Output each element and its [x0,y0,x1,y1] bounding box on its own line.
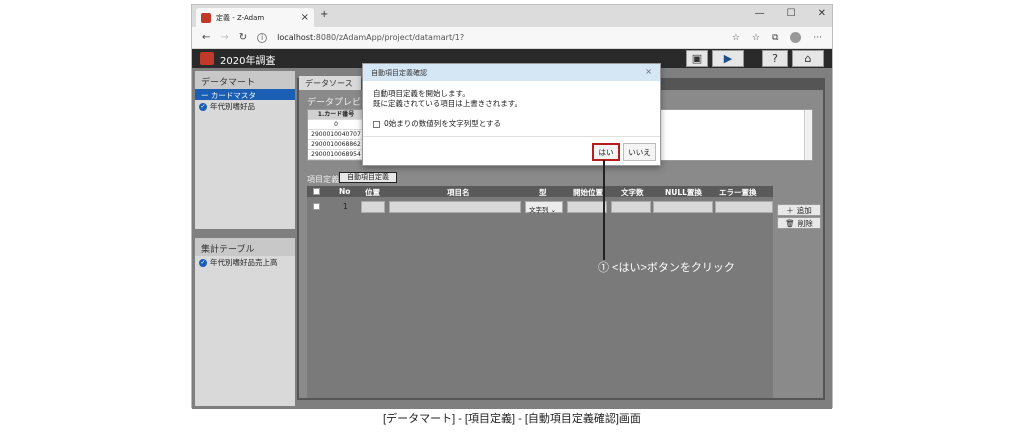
check-circle-icon: ✓ [199,102,207,111]
reload-icon[interactable]: ↻ [239,32,247,43]
favorite-star-icon[interactable]: ☆ [732,33,740,43]
home-icon: ⌂ [804,52,812,65]
delete-row-button[interactable]: 🗑 削除 [777,217,821,229]
preview-header: 1.カード番号 [308,110,364,120]
col-name: 項目名 [447,188,470,197]
tab-title: 定義 - Z-Adam [216,13,265,22]
zadam-favicon-icon [201,12,211,23]
col-chars: 文字数 [621,188,644,197]
dialog-header: 自動項目定義確認 × [363,64,660,81]
sidebar-item-nendai[interactable]: ✓ 年代別嗜好品 [195,100,295,113]
dialog-message-2: 既に定義されている項目は上書きされます。 [373,99,523,108]
itemdef-label: 項目定義 [307,175,339,184]
more-menu-icon[interactable]: ··· [813,33,822,43]
col-no: No [339,187,351,196]
favorites-list-icon[interactable]: ☆ [752,33,760,43]
new-tab-button[interactable]: + [320,9,328,20]
grid-header: No 位置 項目名 型 開始位置 文字数 NULL置換 エラー置換 [307,186,773,197]
tab-close-icon[interactable]: × [301,12,309,23]
col-start: 開始位置 [573,188,603,197]
check-circle-icon: ✓ [199,258,207,267]
profile-avatar[interactable] [790,32,802,43]
preview-cell: 0 [308,120,364,130]
type-select[interactable]: 文字列 ⌄ [525,201,563,214]
sidebar-item-sales[interactable]: ✓ 年代別嗜好品売上高 [195,256,295,269]
callout-text: ① <はい>ボタンをクリック [598,262,735,274]
dialog-title: 自動項目定義確認 [371,69,427,77]
preview-cell: 2900010068954 [308,150,364,160]
save-button[interactable]: ▣ [686,50,708,67]
aggregate-panel: 集計テーブル ✓ 年代別嗜好品売上高 [195,238,295,406]
col-null: NULL置換 [665,188,702,197]
chars-input[interactable] [611,201,651,213]
url-field[interactable]: localhost:8080/zAdamApp/project/datamart… [277,33,722,42]
zadam-logo-icon [200,52,214,65]
plus-icon: ＋ [786,205,794,215]
preview-cell: 2900010040707 [308,130,364,140]
sidebar-item-card-master[interactable]: ー カードマスタ [195,89,295,100]
figure-caption: [データマート] - [項目定義] - [自動項目定義確認]画面 [383,413,641,425]
browser-tab[interactable]: 定義 - Z-Adam × [196,8,314,27]
aggregate-header: 集計テーブル [195,238,295,256]
col-type: 型 [539,188,547,197]
col-error: エラー置換 [719,188,757,197]
select-all-checkbox[interactable] [313,188,320,195]
row-no: 1 [343,202,348,211]
trash-icon: 🗑 [785,218,795,228]
auto-define-dialog: 自動項目定義確認 × 自動項目定義を開始します。 既に定義されている項目は上書き… [362,63,661,166]
close-window-button[interactable]: ✕ [818,8,826,19]
forward-icon[interactable]: → [220,32,228,43]
save-icon: ▣ [691,52,703,65]
item-grid: No 位置 項目名 型 開始位置 文字数 NULL置換 エラー置換 1 文字列 … [307,186,773,398]
zero-prefix-option[interactable]: 0始まりの数値列を文字列型とする [373,119,650,129]
preview-scrollbar[interactable] [804,110,812,160]
run-icon: ▶ [723,52,733,65]
maximize-button[interactable]: ☐ [787,8,796,19]
dialog-divider [363,136,660,137]
start-input[interactable] [567,201,607,213]
auto-define-button[interactable]: 自動項目定義 [339,172,397,183]
error-input[interactable] [715,201,773,213]
back-icon[interactable]: ← [202,32,210,43]
window-controls: — ☐ ✕ [755,8,826,19]
project-title: 2020年調査 [220,56,276,67]
home-button[interactable]: ⌂ [792,50,824,67]
dialog-body: 自動項目定義を開始します。 既に定義されている項目は上書きされます。 0始まりの… [363,81,660,137]
null-input[interactable] [653,201,713,213]
address-bar: ← → ↻ i localhost:8080/zAdamApp/project/… [192,27,832,49]
name-input[interactable] [389,201,521,213]
table-row: 1 文字列 ⌄ [307,200,773,214]
minimize-button[interactable]: — [755,8,765,19]
datamart-header: データマート [195,71,295,89]
dialog-close-icon[interactable]: × [645,67,652,76]
run-button[interactable]: ▶ [712,50,744,67]
site-info-icon[interactable]: i [257,32,268,43]
collections-icon[interactable]: ⧉ [772,33,778,43]
preview-cell: 2900010068862 [308,140,364,150]
zero-prefix-checkbox[interactable] [373,120,380,128]
yes-button[interactable]: はい [592,143,620,161]
datamart-panel: データマート ー カードマスタ ✓ 年代別嗜好品 [195,71,295,229]
pos-input[interactable] [361,201,385,213]
help-button[interactable]: ? [762,50,788,67]
help-icon: ? [772,52,778,65]
tab-strip: 定義 - Z-Adam × + — ☐ ✕ [192,5,832,27]
add-row-button[interactable]: ＋追加 [777,204,821,216]
tab-datasource[interactable]: データソース [299,76,361,90]
callout-line [603,160,605,260]
dialog-message-1: 自動項目定義を開始します。 [373,89,470,98]
no-button[interactable]: いいえ [623,143,656,161]
row-checkbox[interactable] [313,203,320,210]
col-pos: 位置 [365,188,380,197]
